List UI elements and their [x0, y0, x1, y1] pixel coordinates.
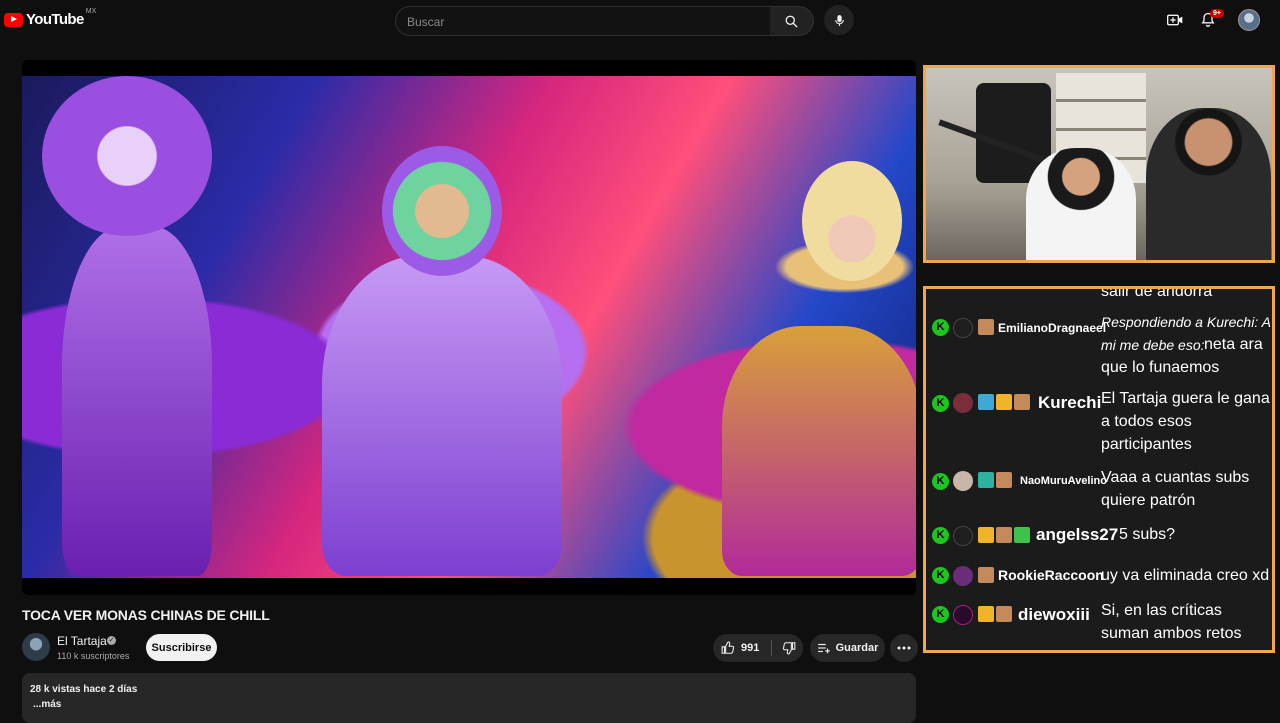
video-scene-figure: [62, 226, 212, 576]
account-avatar[interactable]: [1238, 9, 1260, 31]
chat-username: Kurechi: [1038, 393, 1102, 412]
subscriber-badge-icon: [978, 567, 994, 583]
like-count: 991: [741, 642, 760, 654]
kick-badge-icon: K: [932, 395, 949, 412]
stream-chat-overlay: salir de andorra K EmilianoDragnaeel Res…: [923, 286, 1275, 653]
kick-badge-icon: K: [932, 527, 949, 544]
kick-badge-icon: K: [932, 319, 949, 336]
video-scene-figure: [42, 76, 212, 236]
kick-badge-icon: K: [932, 606, 949, 623]
chat-message-text: 5 subs?: [1119, 526, 1176, 543]
video-scene-figure: [322, 256, 562, 576]
crown-badge-icon: [996, 394, 1012, 410]
user-badges: [978, 472, 1012, 488]
chat-message: K diewoxiii Si, en las críticas suman am…: [926, 597, 1272, 650]
user-badges: [978, 319, 994, 335]
save-button[interactable]: Guardar: [810, 634, 885, 662]
chat-message-text: El Tartaja guera le gana a todos esos pa…: [1101, 390, 1270, 453]
create-button[interactable]: [1166, 11, 1184, 29]
subscriber-badge-icon: [996, 606, 1012, 622]
chat-message: K EmilianoDragnaeel Respondiendo a Kurec…: [926, 313, 1272, 383]
user-badges: [978, 527, 1030, 543]
gift-badge-icon: [1014, 527, 1030, 543]
user-avatar: [953, 605, 973, 625]
user-badges: [978, 606, 1012, 622]
chat-message: K NaoMuruAvelino Vaaa a cuantas subs qui…: [926, 463, 1272, 513]
search-icon: [785, 15, 798, 28]
view-count-and-date: 28 k vistas hace 2 días: [30, 684, 138, 695]
search-placeholder: Buscar: [407, 15, 445, 29]
streamer-person: [1146, 108, 1271, 260]
notification-count-badge: 9+: [1210, 9, 1224, 18]
video-scene-figure: [802, 161, 902, 281]
voice-search-button[interactable]: [824, 5, 854, 35]
save-label: Guardar: [835, 642, 879, 654]
logo-text: YouTube: [26, 11, 84, 28]
description-box[interactable]: 28 k vistas hace 2 días ...más: [22, 673, 916, 723]
thumbs-up-icon: [721, 641, 735, 654]
search-button[interactable]: [770, 6, 814, 36]
video-player[interactable]: [22, 60, 916, 595]
kick-badge-icon: K: [932, 473, 949, 490]
chat-message: K angelss27 5 subs?: [926, 521, 1272, 551]
top-bar: YouTube MX Buscar 9+: [0, 0, 1280, 40]
channel-avatar[interactable]: [22, 633, 50, 661]
streamer-person: [1026, 148, 1136, 260]
user-avatar: [953, 471, 973, 491]
chat-username: RookieRaccoon: [998, 567, 1104, 583]
video-frame[interactable]: [22, 76, 916, 578]
playlist-add-icon: [817, 643, 830, 654]
channel-name[interactable]: El Tartaja: [57, 634, 107, 648]
create-icon: [1167, 14, 1183, 26]
subscriber-badge-icon: [1014, 394, 1030, 410]
like-dislike-group: 991: [713, 634, 803, 662]
crown-badge-icon: [978, 527, 994, 543]
youtube-logo[interactable]: YouTube MX: [4, 8, 97, 28]
subscribe-button[interactable]: Suscribirse: [146, 634, 217, 661]
chat-message-text: Vaaa a cuantas subs quiere patrón: [1101, 469, 1250, 509]
like-button[interactable]: 991: [713, 634, 768, 662]
user-avatar: [953, 526, 973, 546]
kick-badge-icon: K: [932, 567, 949, 584]
more-actions-button[interactable]: [890, 634, 918, 662]
video-title: TOCA VER MONAS CHINAS DE CHILL: [22, 607, 270, 623]
subscriber-count: 110 k suscriptores: [57, 651, 130, 661]
video-scene-figure: [722, 326, 916, 576]
user-avatar: [953, 318, 973, 338]
chat-cut-off-message: salir de andorra: [1101, 286, 1213, 300]
user-avatar: [953, 566, 973, 586]
region-code: MX: [85, 8, 97, 15]
gifter-badge-icon: [978, 472, 994, 488]
chat-username: NaoMuruAvelino: [1020, 475, 1107, 487]
video-scene-figure: [382, 146, 502, 276]
moderator-badge-icon: [978, 394, 994, 410]
user-badges: [978, 567, 994, 583]
subscriber-badge-icon: [996, 472, 1012, 488]
chat-message: K RookieRaccoon uy va eliminada creo xd: [926, 561, 1272, 591]
user-avatar: [953, 393, 973, 413]
crown-badge-icon: [978, 606, 994, 622]
thumbs-down-icon: [782, 642, 796, 655]
dislike-button[interactable]: [775, 634, 803, 662]
chat-message: K Kurechi El Tartaja guera le gana a tod…: [926, 387, 1272, 459]
chat-username: EmilianoDragnaeel: [998, 321, 1107, 335]
user-badges: [978, 394, 1030, 410]
chat-message-text: neta ara que lo funaemos: [1101, 336, 1263, 376]
chat-message-text: Si, en las críticas suman ambos retos: [1101, 602, 1242, 642]
verified-icon: ✓: [107, 636, 116, 645]
like-divider: [771, 640, 772, 656]
youtube-play-icon: [4, 12, 23, 27]
show-more-link[interactable]: ...más: [33, 699, 61, 710]
chat-username: angelss27: [1036, 525, 1119, 544]
search-input[interactable]: Buscar: [395, 6, 771, 36]
chat-username: diewoxiii: [1018, 605, 1090, 624]
subscriber-badge-icon: [996, 527, 1012, 543]
subscriber-badge-icon: [978, 319, 994, 335]
chat-message-text: uy va eliminada creo xd: [1101, 567, 1270, 584]
more-horizontal-icon: [897, 646, 911, 650]
mic-icon: [834, 14, 844, 26]
streamer-webcam: [923, 65, 1275, 263]
